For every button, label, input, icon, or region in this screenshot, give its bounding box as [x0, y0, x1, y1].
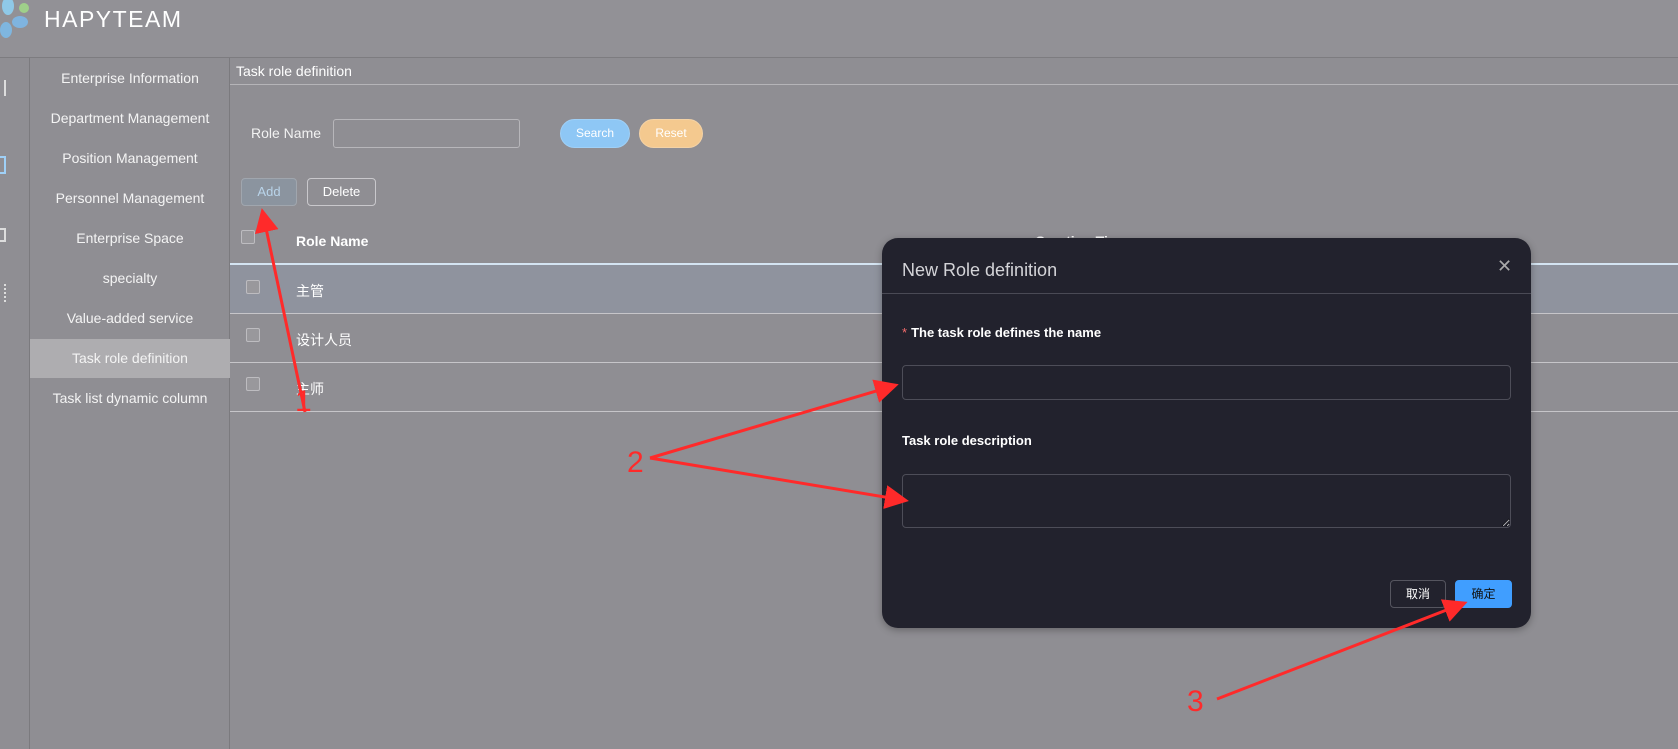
divider [882, 293, 1531, 294]
nav-icon[interactable] [0, 284, 6, 302]
sidebar-item-department-management[interactable]: Department Management [30, 99, 230, 138]
role-name-cell: 主管 [296, 283, 324, 299]
delete-button[interactable]: Delete [307, 178, 376, 206]
role-name-cell: 设计人员 [296, 332, 352, 348]
annotation-number-1: 1 [295, 385, 312, 418]
logo-icon [0, 0, 29, 38]
role-name-label-text: The task role defines the name [911, 325, 1102, 340]
role-name-field-label: * The task role defines the name [902, 325, 1101, 340]
role-description-label: Task role description [902, 433, 1032, 448]
search-button[interactable]: Search [560, 119, 630, 148]
role-description-field[interactable] [902, 474, 1511, 528]
new-role-dialog: New Role definition ✕ * The task role def… [882, 238, 1531, 628]
row-checkbox[interactable] [246, 377, 260, 391]
role-name-label: Role Name [251, 125, 322, 141]
sidebar-item-specialty[interactable]: specialty [30, 259, 230, 298]
sidebar: Enterprise Information Department Manage… [30, 58, 230, 749]
close-icon[interactable]: ✕ [1497, 256, 1512, 277]
sidebar-item-enterprise-information[interactable]: Enterprise Information [30, 59, 230, 98]
sidebar-item-position-management[interactable]: Position Management [30, 139, 230, 178]
select-all-checkbox[interactable] [241, 230, 255, 244]
nav-icon[interactable] [0, 228, 6, 242]
row-checkbox[interactable] [246, 280, 260, 294]
icon-bar [0, 58, 30, 749]
required-mark: * [902, 325, 908, 340]
annotation-arrow [649, 456, 909, 509]
role-name-field[interactable] [902, 365, 1511, 400]
column-role-name: Role Name [296, 233, 369, 249]
role-name-input[interactable] [333, 119, 520, 148]
divider [230, 84, 1678, 85]
sidebar-item-personnel-management[interactable]: Personnel Management [30, 179, 230, 218]
add-button[interactable]: Add [241, 178, 297, 206]
reset-button[interactable]: Reset [639, 119, 703, 148]
dialog-title: New Role definition [902, 260, 1058, 280]
app-header: HAPYTEAM [0, 0, 1678, 58]
brand-name: HAPYTEAM [44, 6, 183, 32]
page-title: Task role definition [236, 63, 352, 79]
annotation-number-3: 3 [1187, 685, 1204, 718]
nav-icon[interactable] [0, 80, 6, 96]
sidebar-item-task-list-dynamic-column[interactable]: Task list dynamic column [30, 379, 230, 418]
annotation-number-2: 2 [627, 446, 644, 479]
row-checkbox[interactable] [246, 328, 260, 342]
sidebar-item-task-role-definition[interactable]: Task role definition [30, 339, 230, 378]
confirm-button[interactable]: 确定 [1455, 580, 1512, 608]
sidebar-item-value-added-service[interactable]: Value-added service [30, 299, 230, 338]
sidebar-item-enterprise-space[interactable]: Enterprise Space [30, 219, 230, 258]
cancel-button[interactable]: 取消 [1390, 580, 1446, 608]
nav-icon[interactable] [0, 156, 6, 174]
